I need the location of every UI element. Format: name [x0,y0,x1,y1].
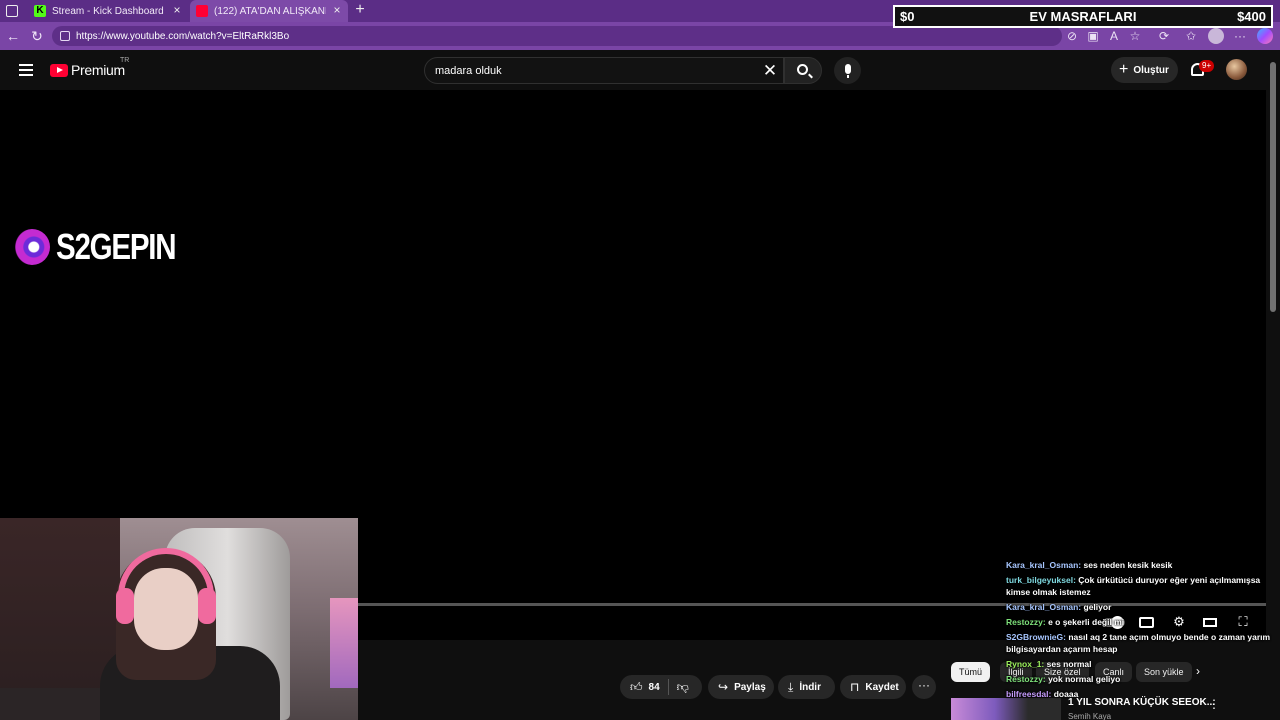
scrollbar-thumb[interactable] [1270,62,1276,312]
chat-username: Kara_kral_Osman: [1006,560,1082,570]
channel-watermark: S2GEPIN [14,226,202,268]
plus-icon: + [1119,61,1129,78]
chat-message: Rynox_1: ses normal [1006,658,1280,670]
headphone-ear-left [116,588,134,624]
tab-title: Stream - Kick Dashboard [52,5,164,17]
chat-username: turk_bilgeyuksel: [1006,575,1076,585]
chat-message: S2GBrownieG: nasıl aq 2 tane açım olmuyo… [1006,631,1280,655]
chat-text: ses normal [1046,659,1092,669]
chat-username: Rynox_1: [1006,659,1045,669]
notification-badge: 9+ [1199,60,1215,72]
create-label: Oluştur [1133,64,1169,76]
search-icon [797,64,808,75]
logo-text: Premium [71,62,125,78]
screen: K Stream - Kick Dashboard × (122) ATA'DA… [0,0,1280,720]
youtube-icon [196,5,208,17]
close-icon[interactable]: × [170,3,184,17]
clear-search-icon[interactable]: ✕ [760,61,780,81]
headphone-ear-right [198,588,216,624]
youtube-play-icon [50,63,68,77]
bookmark-icon: ⊓ [850,680,860,694]
tab-kick-dashboard[interactable]: K Stream - Kick Dashboard × [28,0,188,22]
chat-message: Restozzy: e o şekerli değil mi [1006,616,1280,628]
more-actions-button[interactable]: ··· [912,675,936,699]
chat-text: yok normal geliyo [1048,674,1121,684]
back-button[interactable]: ← [4,27,22,45]
chat-username: Kara_kral_Osman: [1006,602,1082,612]
favorites-icon[interactable]: ✩ [1183,28,1199,44]
download-label: İndir [799,681,821,693]
youtube-logo[interactable]: Premium TR [50,57,129,78]
favorite-star-icon[interactable]: ☆ [1127,28,1143,44]
chat-message: bilfreesdal: doaaa [1006,688,1280,700]
like-dislike-group: 👍︎ 84 👎︎ [620,675,702,699]
chat-message: Kara_kral_Osman: geliyor [1006,601,1280,613]
chat-message: Kara_kral_Osman: ses neden kesik kesik [1006,559,1280,571]
tab-youtube-video[interactable]: (122) ATA'DAN ALIŞKANLIK | Mad × [190,0,348,22]
webcam-overlay [0,518,358,720]
url-text: https://www.youtube.com/watch?v=EltRaRkl… [76,30,290,42]
goal-title: EV MASRAFLARI [1029,9,1137,24]
more-menu-icon[interactable]: ··· [1232,28,1248,44]
address-bar[interactable]: https://www.youtube.com/watch?v=EltRaRkl… [52,26,1062,46]
chat-username: bilfreesdal: [1006,689,1052,699]
chat-username: Restozzy: [1006,674,1046,684]
profile-avatar[interactable] [1208,28,1224,44]
recommended-video-channel[interactable]: Semih Kaya [1068,712,1111,720]
donation-goal-overlay: $0 EV MASRAFLARI $400 [893,5,1273,28]
chat-message: Restozzy: yok normal geliyo [1006,673,1280,685]
download-button[interactable]: ⤓ İndir [778,675,835,699]
voice-search-button[interactable] [834,57,861,84]
thumbs-down-icon[interactable]: 👎︎ [677,680,689,695]
chip-all[interactable]: Tümü [951,662,991,682]
s2gepin-logo-icon [14,229,50,265]
divider [667,679,669,695]
goal-target-amount: $400 [1237,9,1266,24]
rgb-light [330,598,358,688]
kick-icon: K [34,5,46,17]
extensions-icon[interactable]: ⟳ [1156,28,1172,44]
tab-actions-icon[interactable] [6,5,18,17]
chat-text: doaaa [1053,689,1079,699]
tab-title: (122) ATA'DAN ALIŞKANLIK | Mad [214,5,326,17]
chat-username: S2GBrownieG: [1006,632,1066,642]
search-box [424,57,784,84]
app-available-icon[interactable]: ⊘ [1064,28,1080,44]
watermark-text: S2GEPIN [56,226,177,267]
chat-text: e o şekerli değil mi [1048,617,1125,627]
download-icon: ⤓ [788,679,794,694]
chat-text: geliyor [1083,602,1112,612]
search-input[interactable] [435,63,735,79]
search-button[interactable] [784,57,822,84]
create-button[interactable]: + Oluştur [1111,57,1178,83]
site-info-icon[interactable] [60,31,70,41]
split-screen-icon[interactable]: ▣ [1085,28,1101,44]
close-icon[interactable]: × [330,3,344,17]
microphone-icon [845,64,851,78]
share-label: Paylaş [734,681,766,693]
thumbs-up-icon[interactable]: 👍︎ [630,680,643,695]
save-button[interactable]: ⊓ Kaydet [840,675,906,699]
copilot-icon[interactable] [1257,28,1273,44]
like-count[interactable]: 84 [649,682,660,693]
stream-chat-overlay: Kara_kral_Osman: ses neden kesik kesik tu… [1006,559,1280,703]
chat-text: ses neden kesik kesik [1083,560,1173,570]
share-button[interactable]: ↪ Paylaş [708,675,774,699]
new-tab-button[interactable]: + [352,2,368,18]
chat-username: Restozzy: [1006,617,1046,627]
read-aloud-icon[interactable]: A [1106,28,1122,44]
chat-message: turk_bilgeyuksel: Çok ürkütücü duruyor e… [1006,574,1280,598]
account-avatar[interactable] [1226,59,1247,80]
share-icon: ↪ [718,680,729,694]
refresh-button[interactable]: ↻ [28,27,46,45]
menu-icon[interactable] [19,64,33,76]
region-code: TR [120,57,130,64]
save-label: Kaydet [865,681,899,693]
